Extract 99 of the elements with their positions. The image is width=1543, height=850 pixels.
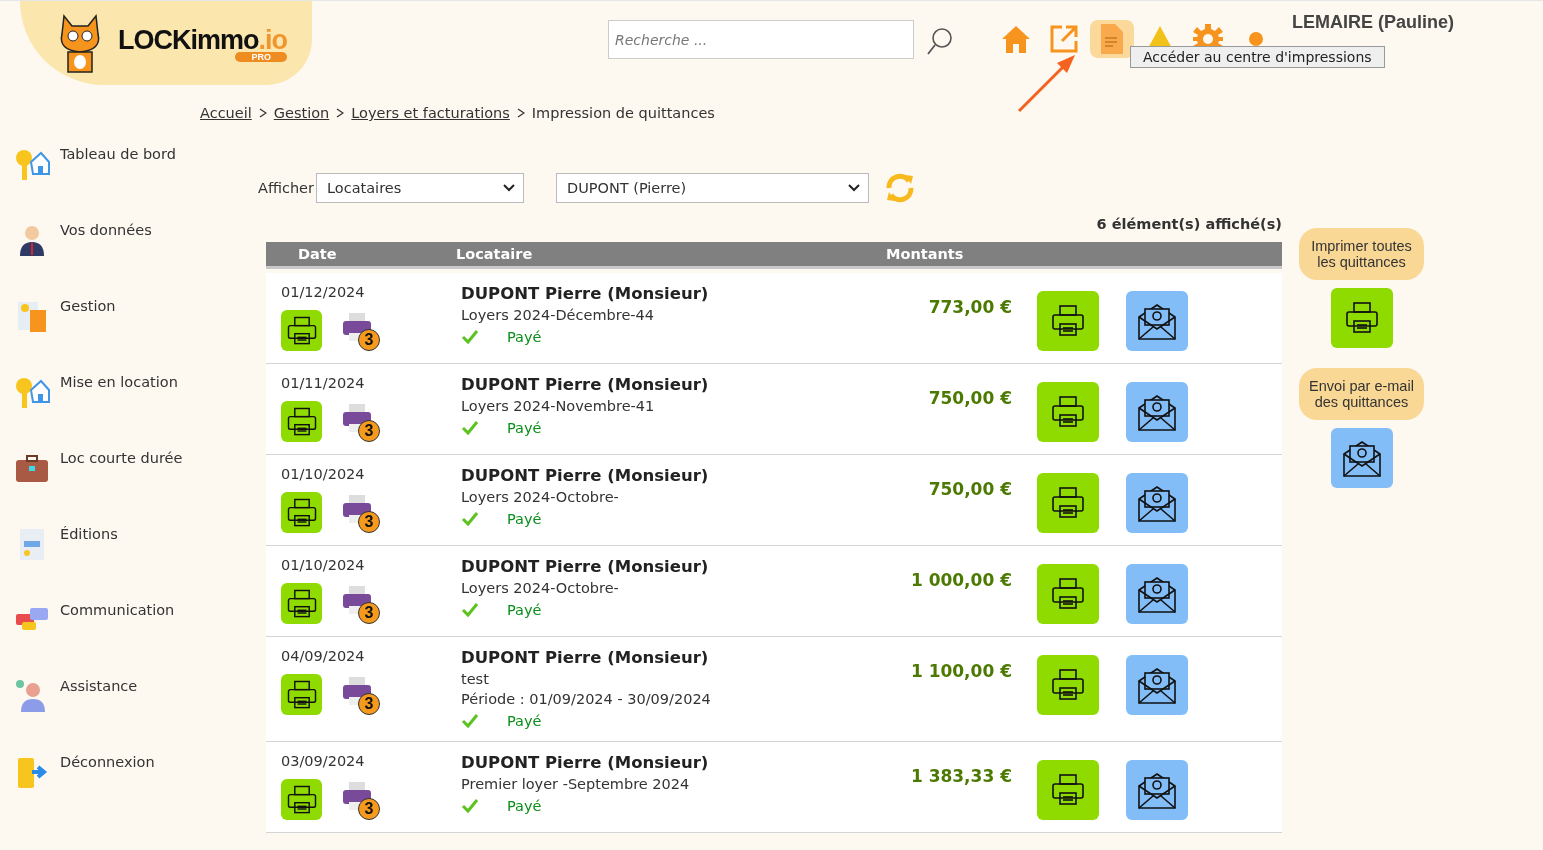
- caret-icon: [503, 184, 515, 192]
- print-button[interactable]: [281, 310, 322, 351]
- email-button[interactable]: [1126, 382, 1188, 442]
- tooltip: Accéder au centre d'impressions: [1130, 46, 1385, 68]
- copies-badge: 3: [358, 601, 380, 624]
- copies-badge: 3: [358, 692, 380, 715]
- status-text: Payé: [507, 602, 542, 618]
- amount-text: 1 100,00 €: [909, 661, 1012, 683]
- email-all-button[interactable]: [1330, 428, 1393, 488]
- filter-label: Afficher: [258, 180, 314, 196]
- sidebar-item[interactable]: Vos données: [14, 222, 200, 298]
- chevron-icon: [336, 108, 345, 118]
- sidebar-item[interactable]: Loc courte durée: [14, 450, 200, 526]
- print-button[interactable]: [281, 779, 322, 820]
- tenant-name: DUPONT Pierre (Monsieur): [461, 375, 710, 394]
- copies-badge: 3: [358, 510, 380, 533]
- sidebar-item[interactable]: Gestion: [14, 298, 200, 374]
- print-button[interactable]: [1037, 291, 1099, 351]
- column-header: Date: [297, 246, 338, 262]
- print-button[interactable]: [281, 674, 322, 715]
- status-text: Payé: [507, 420, 542, 436]
- breadcrumb-link[interactable]: Loyers et facturations: [351, 105, 510, 121]
- email-button[interactable]: [1126, 473, 1188, 533]
- tenant-name: DUPONT Pierre (Monsieur): [461, 284, 710, 303]
- date-text: 01/10/2024: [281, 557, 366, 573]
- chevron-icon: [516, 108, 525, 118]
- document-icon: [1101, 24, 1123, 54]
- print-copies-button[interactable]: 3: [342, 779, 380, 820]
- print-button[interactable]: [281, 401, 322, 442]
- notification-dot-icon: [1248, 31, 1264, 47]
- copies-badge: 3: [358, 797, 380, 820]
- chevron-icon: [258, 108, 267, 118]
- email-button[interactable]: [1126, 655, 1188, 715]
- sidebar-item[interactable]: Assistance: [14, 678, 200, 754]
- print-copies-button[interactable]: 3: [342, 401, 380, 442]
- date-text: 03/09/2024: [281, 753, 366, 769]
- email-button[interactable]: [1126, 564, 1188, 624]
- tenant-name: DUPONT Pierre (Monsieur): [461, 557, 710, 576]
- email-button[interactable]: [1126, 760, 1188, 820]
- print-button[interactable]: [1037, 760, 1099, 820]
- pro-badge: PRO: [235, 51, 287, 62]
- tenant-name: DUPONT Pierre (Monsieur): [461, 753, 710, 772]
- print-button[interactable]: [281, 583, 322, 624]
- description-text: Période : 01/09/2024 - 30/09/2024: [461, 691, 712, 707]
- print-copies-button[interactable]: 3: [342, 492, 380, 533]
- status-text: Payé: [507, 511, 542, 527]
- external-link-icon: [1049, 24, 1079, 54]
- print-button[interactable]: [281, 492, 322, 533]
- tenant-select[interactable]: DUPONT (Pierre): [556, 173, 869, 203]
- tenant-name: DUPONT Pierre (Monsieur): [461, 648, 710, 667]
- print-copies-button[interactable]: 3: [342, 674, 380, 715]
- amount-text: 1 383,33 €: [909, 766, 1012, 788]
- print-all-button[interactable]: [1330, 288, 1393, 348]
- print-button[interactable]: [1037, 655, 1099, 715]
- column-header: Locataire: [456, 246, 534, 262]
- status-text: Payé: [507, 329, 542, 345]
- amount-text: 1 000,00 €: [909, 570, 1012, 592]
- sidebar-item[interactable]: Communication: [14, 602, 200, 678]
- search-icon[interactable]: [926, 27, 954, 57]
- description-text: Loyers 2024-Décembre-44: [461, 307, 655, 323]
- home-icon: [1000, 24, 1032, 54]
- action-label: Imprimer toutes les quittances: [1299, 228, 1424, 280]
- item-count: 6 élément(s) affiché(s): [1096, 216, 1282, 232]
- print-button[interactable]: [1037, 473, 1099, 533]
- sidebar-item[interactable]: Mise en location: [14, 374, 200, 450]
- description-text: Loyers 2024-Octobre-: [461, 489, 620, 505]
- status-text: Payé: [507, 713, 542, 729]
- description-text: Loyers 2024-Octobre-: [461, 580, 620, 596]
- amount-text: 750,00 €: [927, 388, 1012, 410]
- date-text: 01/10/2024: [281, 466, 366, 482]
- action-label: Envoi par e-mail des quittances: [1299, 368, 1424, 420]
- date-text: 01/11/2024: [281, 375, 366, 391]
- print-button[interactable]: [1037, 382, 1099, 442]
- print-copies-button[interactable]: 3: [342, 583, 380, 624]
- date-text: 04/09/2024: [281, 648, 366, 664]
- user-name: LEMAIRE (Pauline): [1292, 12, 1454, 33]
- breadcrumb-link[interactable]: Accueil: [200, 105, 252, 121]
- sidebar-item[interactable]: Déconnexion: [14, 754, 200, 830]
- search-field[interactable]: Recherche ...: [608, 20, 914, 59]
- email-button[interactable]: [1126, 291, 1188, 351]
- amount-text: 750,00 €: [927, 479, 1012, 501]
- sidebar-item[interactable]: Éditions: [14, 526, 200, 602]
- caret-icon: [848, 184, 860, 192]
- description-text: Premier loyer -Septembre 2024: [461, 776, 691, 792]
- description-text: test: [461, 671, 490, 687]
- description-text: Loyers 2024-Novembre-41: [461, 398, 656, 414]
- copies-badge: 3: [358, 328, 380, 351]
- amount-text: 773,00 €: [927, 297, 1012, 319]
- breadcrumb-link[interactable]: Gestion: [273, 105, 330, 121]
- copies-badge: 3: [358, 419, 380, 442]
- sidebar-item[interactable]: Tableau de bord: [14, 146, 200, 222]
- breadcrumb-current: Impression de quittances: [531, 105, 715, 121]
- status-text: Payé: [507, 798, 542, 814]
- print-button[interactable]: [1037, 564, 1099, 624]
- print-copies-button[interactable]: 3: [342, 310, 380, 351]
- tenant-name: DUPONT Pierre (Monsieur): [461, 466, 710, 485]
- date-text: 01/12/2024: [281, 284, 366, 300]
- type-select[interactable]: Locataires: [316, 173, 524, 203]
- column-header: Montants: [886, 246, 965, 262]
